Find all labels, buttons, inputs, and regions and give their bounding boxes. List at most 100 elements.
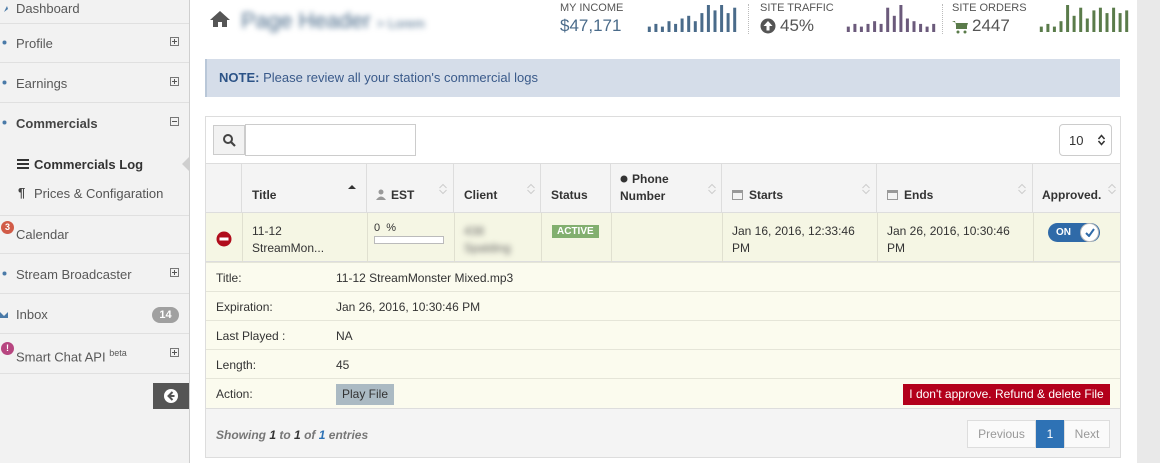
header-est[interactable]: EST [367,163,454,213]
header-phone[interactable]: Phone Number [611,163,722,213]
header-status-label: Status [551,188,588,202]
pagination-previous[interactable]: Previous [967,420,1036,448]
calendar-icon [887,190,898,200]
page-title: Page Header > Lorem [241,8,425,34]
row-title-2: StreamMon... [252,241,325,255]
from-value: 1 [269,428,277,442]
col-divider [611,213,612,262]
sparkline-bar [1085,18,1089,32]
header-ends[interactable]: Ends [877,163,1033,213]
collapse-row-icon[interactable] [216,231,232,247]
sparkline-bar [859,26,863,32]
sidebar-item-earnings[interactable]: Earnings [0,64,189,103]
stat-label: MY INCOME [560,2,624,14]
est-unit: % [386,222,397,234]
pagination-page-1[interactable]: 1 [1036,420,1064,448]
row-starts-1: Jan 16, 2016, 12:33:46 [732,224,855,238]
sparkline-bar [654,23,658,32]
sidebar-collapse-button[interactable] [153,383,189,409]
detail-key: Title: [216,271,242,285]
sidebar-subitem-commercials-log[interactable]: Commercials Log [0,150,190,178]
header-title[interactable]: Title [242,163,367,213]
sidebar-item-label: Stream Broadcaster [16,266,132,282]
sidebar-item-dashboard[interactable]: Dashboard [0,0,189,24]
page-size-value: 10 [1069,133,1084,148]
expand-icon[interactable] [170,268,179,277]
header-starts[interactable]: Starts [722,163,877,213]
sparkline-bar [1046,23,1050,32]
sidebar-item-stream-broadcaster[interactable]: Stream Broadcaster [0,255,189,294]
header-approved[interactable]: Approved. [1033,163,1120,213]
detail-value: 11-12 StreamMonster Mixed.mp3 [336,271,514,285]
arrow-left-circle-icon [164,389,178,403]
sparkline-bar [892,15,896,32]
sparkline-bar [647,26,651,32]
sparkline-bar [846,26,850,32]
note-alert: NOTE: Please review all your station's c… [205,59,1120,97]
orders-sparkline [1039,5,1129,32]
sort-asc-icon [348,185,356,189]
sparkline-bar [1092,10,1096,32]
detail-value: Jan 26, 2016, 10:30:46 PM [336,300,481,314]
note-text: Please review all your station's commerc… [263,70,538,85]
header-est-label: EST [391,188,415,202]
sidebar-item-label: Smart Chat API beta [16,348,127,364]
expand-icon[interactable] [170,348,179,357]
note-label: NOTE: [219,70,260,85]
col-divider [1033,213,1034,262]
sparkline-bar [886,7,890,32]
sparkline-bar [1118,13,1122,32]
income-sparkline [647,5,737,32]
sidebar-subitem-prices[interactable]: ¶ Prices & Configaration [0,179,189,207]
to-value: 1 [294,428,301,442]
sidebar-subitem-label: Commercials Log [34,157,144,172]
sort-both-icon [1018,183,1026,195]
detail-row-length: Length: 45 [206,349,1120,378]
expand-icon[interactable] [170,77,179,86]
approve-toggle[interactable]: ON [1048,223,1100,242]
sparkline-bar [720,5,724,32]
sidebar: Dashboard Profile Earnings Commercials C… [0,0,190,463]
sidebar-item-label: Commercials [16,116,98,131]
right-gutter [1137,0,1160,463]
expand-icon[interactable] [170,37,179,46]
sidebar-item-calendar[interactable]: 3 Calendar [0,215,189,254]
showing-label: Showing [216,428,266,442]
sparkline-bar [660,26,664,32]
col-divider [722,213,723,262]
refund-delete-button[interactable]: I don't approve. Refund & delete File [903,384,1110,405]
sparkline-bar [899,5,903,32]
page-size-select[interactable]: 10 [1059,124,1112,156]
detail-value: NA [336,329,353,343]
stat-divider [748,4,750,34]
search-icon [223,134,236,147]
sidebar-item-inbox[interactable]: Inbox 14 [0,295,189,334]
header-status[interactable]: Status [541,163,611,213]
sparkline-bar [1072,15,1076,32]
play-file-button[interactable]: Play File [336,384,394,405]
traffic-sparkline [846,5,936,32]
page-subtitle: > Lorem [376,16,425,31]
sidebar-item-profile[interactable]: Profile [0,24,189,63]
sidebar-item-smart-chat[interactable]: ! Smart Chat API beta [0,335,189,374]
sort-both-icon [439,183,447,195]
calendar-icon [732,190,743,200]
col-divider [367,213,368,262]
collapse-icon[interactable] [170,117,179,126]
sparkline-bar [674,23,678,32]
header-client[interactable]: Client [454,163,541,213]
search-input[interactable] [245,124,416,156]
col-divider [454,213,455,262]
active-indicator-icon [182,156,190,172]
pagination-next[interactable]: Next [1064,420,1110,448]
detail-row-expiration: Expiration: Jan 26, 2016, 10:30:46 PM [206,291,1120,320]
sidebar-item-commercials[interactable]: Commercials [0,104,189,143]
sparkline-bar [1066,5,1070,32]
stat-value: 45% [780,16,815,35]
home-icon [210,11,230,27]
stat-divider [942,4,944,34]
row-title-1: 11-12 [252,224,282,238]
sparkline-bar [1079,7,1083,32]
list-icon [17,159,29,169]
sparkline-bar [733,7,737,32]
